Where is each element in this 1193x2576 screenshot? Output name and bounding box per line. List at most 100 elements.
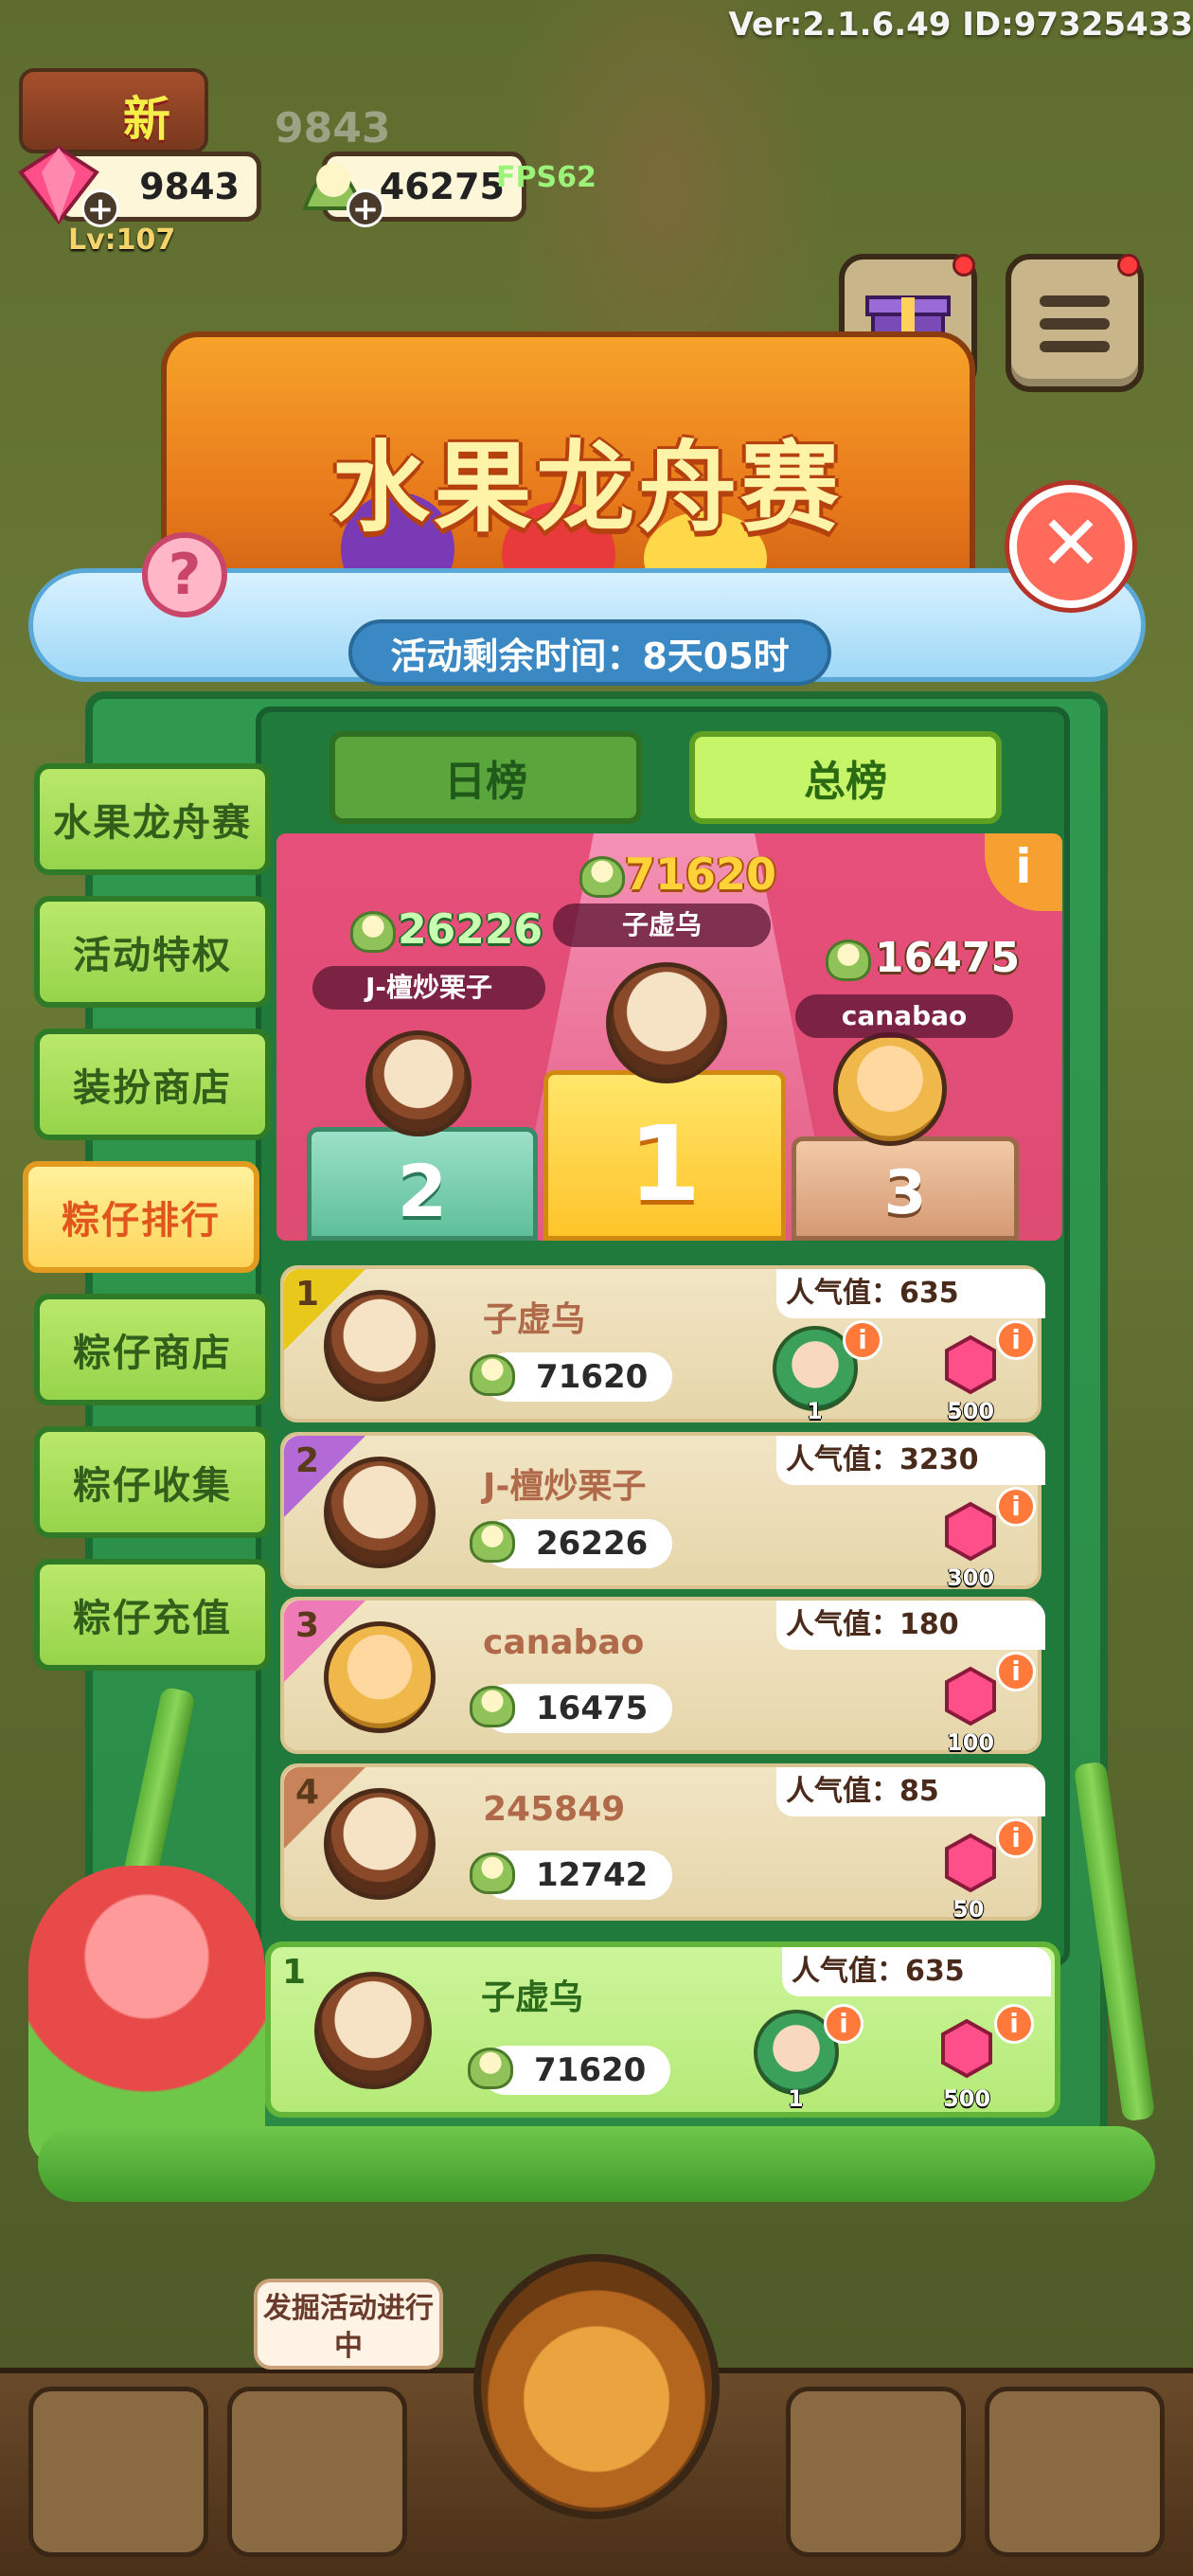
gem-reward-count: 100 [947, 1729, 995, 1756]
zongzi-icon [468, 2048, 513, 2089]
rank-number: 3 [295, 1606, 320, 1645]
player-score: 16475 [470, 1684, 672, 1733]
player-name: 245849 [483, 1790, 626, 1829]
zongzi-icon [579, 856, 625, 898]
bonus-avatar-count: 1 [807, 1398, 823, 1424]
zongzi-icon [470, 1354, 515, 1396]
event-title: 水果龙舟赛 [330, 430, 843, 546]
list-icon [1040, 295, 1110, 352]
popularity-value: 人气值：635 [776, 1269, 1045, 1318]
player-avatar[interactable] [324, 1621, 436, 1733]
side-item-zongzi-recharge[interactable]: 粽仔充值 [34, 1559, 271, 1671]
table-row[interactable]: 1 子虚乌 71620 人气值：635 i 1 i 500 [280, 1265, 1045, 1424]
third-place-name: canabao [795, 994, 1013, 1038]
my-rank-number: 1 [282, 1953, 307, 1992]
shop-button[interactable] [28, 2387, 208, 2557]
event-countdown: 活动剩余时间：8天05时 [348, 619, 831, 686]
table-row[interactable]: 3 canabao 16475 人气值：180 i 100 [280, 1597, 1045, 1756]
dig-button[interactable] [227, 2387, 407, 2557]
player-score: 71620 [470, 1352, 672, 1402]
player-level: Lv:107 [68, 224, 176, 257]
reward-info-button[interactable]: i [824, 2004, 864, 2044]
add-gems-button[interactable]: + [81, 189, 119, 227]
side-item-privileges[interactable]: 活动特权 [34, 896, 271, 1008]
acorn-main-button[interactable] [473, 2254, 720, 2519]
side-item-dragon-boat[interactable]: 水果龙舟赛 [34, 763, 271, 875]
new-badge-text: 新 [123, 92, 170, 147]
bonus-avatar-count: 1 [788, 2085, 804, 2112]
gem-count: 9843 [139, 166, 240, 207]
my-popularity: 人气值：635 [782, 1947, 1051, 1996]
second-place-avatar[interactable] [365, 1030, 472, 1136]
player-score: 26226 [470, 1519, 672, 1568]
third-place-avatar[interactable] [833, 1032, 947, 1146]
gem-reward-count: 300 [947, 1565, 995, 1591]
podium-third: 3 [792, 1136, 1019, 1241]
gem-info-button[interactable]: i [994, 2004, 1034, 2044]
podium-first: 1 [543, 1070, 786, 1241]
my-name: 子虚乌 [481, 1978, 584, 2017]
gift-notification-dot [953, 254, 975, 277]
zongzi-icon [826, 939, 871, 981]
menu-notification-dot [1117, 254, 1140, 277]
zongzi-icon [470, 1686, 515, 1727]
podium-second: 2 [307, 1127, 538, 1241]
popularity-value: 人气值：85 [776, 1767, 1045, 1816]
gem-info-button[interactable]: i [996, 1487, 1036, 1527]
house-button[interactable] [985, 2387, 1165, 2557]
podium-first-rank: 1 [628, 1103, 702, 1225]
gem-reward-count: 50 [953, 1896, 985, 1923]
rank-number: 2 [295, 1441, 320, 1480]
gem-reward-count: 500 [943, 2085, 991, 2112]
player-name: canabao [483, 1623, 645, 1662]
player-name: 子虚乌 [483, 1300, 586, 1339]
cube-button[interactable] [786, 2387, 966, 2557]
fps-counter: FPS62 [496, 161, 596, 194]
gem-info-button[interactable]: i [996, 1320, 1036, 1360]
zongzi-icon [470, 1521, 515, 1563]
add-zongzi-button[interactable]: + [347, 189, 384, 227]
first-place-name: 子虚乌 [553, 903, 771, 947]
player-name: J-檀炒栗子 [483, 1467, 647, 1506]
zongzi-icon [470, 1852, 515, 1894]
dragon-mascot [28, 1866, 265, 2169]
popularity-value: 人气值：180 [776, 1601, 1045, 1650]
version-id-label: Ver:2.1.6.49 ID:97325433 [728, 6, 1193, 44]
gem-reward-count: 500 [947, 1398, 995, 1424]
second-place-score: 26226 [398, 905, 543, 954]
player-score: 12742 [470, 1851, 672, 1900]
my-score: 71620 [468, 2046, 670, 2095]
rank-number: 4 [295, 1773, 320, 1812]
help-button[interactable]: ? [142, 532, 227, 617]
rank-number: 1 [295, 1275, 320, 1314]
side-item-zongzi-ranking[interactable]: 粽仔排行 [23, 1161, 259, 1273]
side-item-zongzi-collection[interactable]: 粽仔收集 [34, 1426, 271, 1538]
first-place-avatar[interactable] [606, 962, 727, 1083]
gem-info-button[interactable]: i [996, 1652, 1036, 1691]
reward-info-button[interactable]: i [843, 1320, 882, 1360]
second-place-name: J-檀炒栗子 [312, 966, 545, 1010]
side-item-zongzi-shop[interactable]: 粽仔商店 [34, 1294, 271, 1405]
first-place-score: 71620 [625, 849, 777, 900]
player-avatar[interactable] [324, 1457, 436, 1568]
tab-daily[interactable]: 日榜 [329, 731, 642, 824]
gem-info-button[interactable]: i [996, 1818, 1036, 1858]
podium-third-rank: 3 [883, 1158, 927, 1228]
side-item-costume-shop[interactable]: 装扮商店 [34, 1029, 271, 1140]
popularity-value: 人气值：3230 [776, 1436, 1045, 1485]
home-badge[interactable] [19, 68, 208, 153]
third-place-score: 16475 [875, 934, 1021, 982]
zongzi-icon [350, 911, 396, 953]
zongzi-count: 46275 [379, 166, 505, 207]
table-row[interactable]: 2 J-檀炒栗子 26226 人气值：3230 i 300 [280, 1432, 1045, 1591]
my-rank-row[interactable]: 1 子虚乌 71620 人气值：635 i 1 i 500 [265, 1941, 1060, 2118]
tab-total[interactable]: 总榜 [689, 731, 1002, 824]
table-row[interactable]: 4 245849 12742 人气值：85 i 50 [280, 1763, 1045, 1923]
dig-status-bubble: 发掘活动进行中 [254, 2279, 443, 2370]
player-avatar[interactable] [324, 1788, 436, 1900]
grass-decoration [38, 2126, 1155, 2202]
my-avatar[interactable] [314, 1972, 432, 2089]
close-button[interactable]: ✕ [1009, 485, 1132, 608]
podium-second-rank: 2 [397, 1149, 448, 1233]
player-avatar[interactable] [324, 1290, 436, 1402]
